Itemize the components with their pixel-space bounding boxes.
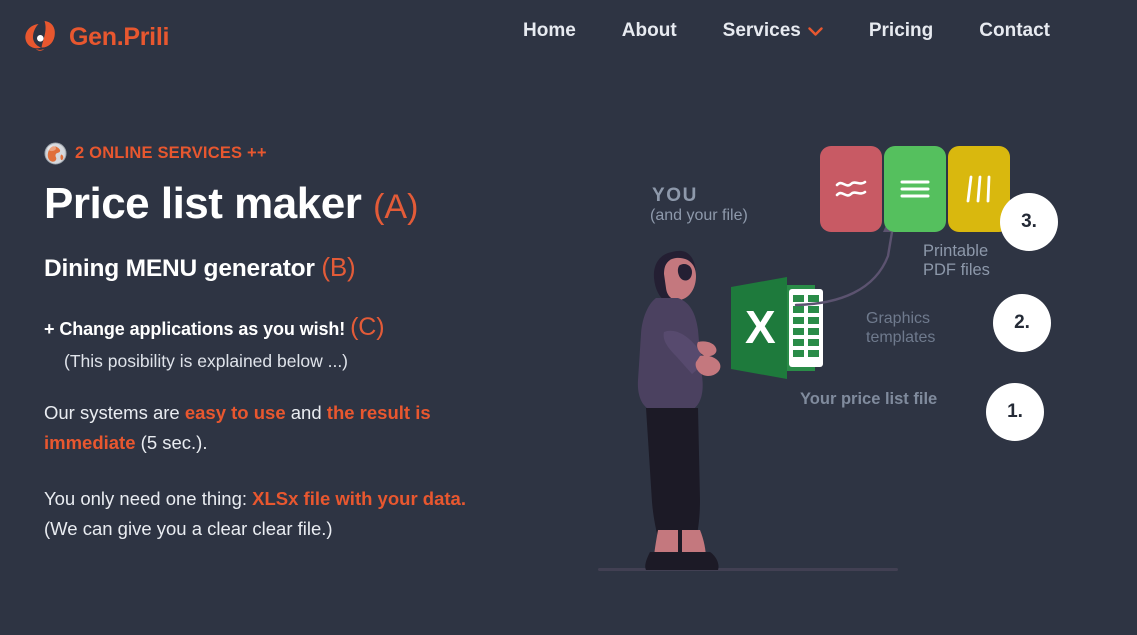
wave-equals-icon bbox=[834, 176, 868, 202]
page-subtitle-main: Dining MENU generator bbox=[44, 254, 315, 282]
para2-seg1: You only need one thing: bbox=[44, 487, 253, 509]
nav-item-contact[interactable]: Contact bbox=[956, 20, 1073, 42]
nav-item-services[interactable]: Services bbox=[700, 20, 846, 42]
label-you-sublabel: (and your file) bbox=[650, 207, 748, 224]
para1-seg3: (5 sec.). bbox=[135, 431, 208, 453]
main-navigation: Home About Services Pricing Contact bbox=[500, 20, 1073, 42]
step-circle-3[interactable]: 3. bbox=[1000, 193, 1058, 251]
vertical-bars-icon bbox=[964, 174, 994, 204]
page-root: Gen.Prili Home About Services Pricing Co… bbox=[0, 0, 1137, 635]
nav-label: Pricing bbox=[868, 20, 934, 41]
step-number: 3. bbox=[1021, 211, 1037, 232]
globe-icon bbox=[44, 141, 67, 165]
page-title-tag: (A) bbox=[373, 188, 419, 226]
label-graphics-templates: Graphics templates bbox=[866, 310, 936, 346]
page-title-main: Price list maker bbox=[44, 179, 362, 228]
genprili-leaf-logo-icon bbox=[22, 18, 62, 56]
para2-seg2: (We can give you a clear clear file.) bbox=[44, 517, 333, 539]
online-services-badge: 2 ONLINE SERVICES ++ bbox=[44, 140, 544, 166]
nav-item-home[interactable]: Home bbox=[500, 20, 599, 42]
feature-line-tag: (C) bbox=[350, 312, 385, 341]
feature-line: + Change applications as you wish! (C) bbox=[44, 313, 544, 342]
site-header: Gen.Prili Home About Services Pricing Co… bbox=[0, 0, 1137, 73]
badge-label: 2 ONLINE SERVICES ++ bbox=[75, 143, 267, 162]
card-graphics-lines[interactable] bbox=[884, 146, 946, 232]
para2-highlight1: XLSx file with your data. bbox=[252, 487, 466, 509]
step-number: 2. bbox=[1014, 312, 1030, 333]
nav-item-pricing[interactable]: Pricing bbox=[846, 20, 956, 42]
step-circle-2[interactable]: 2. bbox=[993, 294, 1051, 352]
para1-highlight1: easy to use bbox=[184, 401, 286, 423]
label-printable-pdf: Printable PDF files bbox=[923, 242, 990, 280]
hero-illustration: X 3. 2. 1. YOU (and your file) Printable… bbox=[590, 120, 1137, 590]
feature-line-main: + Change applications as you wish! bbox=[44, 318, 346, 339]
label-your-price-list-file: Your price list file bbox=[800, 390, 938, 408]
page-subtitle: Dining MENU generator (B) bbox=[44, 252, 544, 283]
svg-text:X: X bbox=[745, 301, 776, 353]
nav-item-about[interactable]: About bbox=[599, 20, 700, 42]
label-you: YOU bbox=[652, 185, 698, 206]
page-title: Price list maker (A) bbox=[44, 180, 544, 228]
page-subtitle-tag: (B) bbox=[321, 251, 356, 282]
horizontal-lines-icon bbox=[898, 176, 932, 202]
nav-label: Contact bbox=[979, 20, 1050, 41]
paragraph-systems: Our systems are easy to use and the resu… bbox=[44, 398, 504, 458]
nav-label: About bbox=[621, 20, 677, 41]
paragraph-requirement: You only need one thing: XLSx file with … bbox=[44, 484, 504, 544]
para1-seg2: and bbox=[285, 401, 327, 423]
chevron-down-icon bbox=[808, 26, 823, 36]
step-circle-1[interactable]: 1. bbox=[986, 383, 1044, 441]
para1-seg1: Our systems are bbox=[44, 401, 185, 423]
brand-name: Gen.Prili bbox=[69, 22, 170, 51]
feature-note: (This posibility is explained below ...) bbox=[64, 350, 349, 371]
nav-label: Home bbox=[523, 20, 576, 41]
nav-label: Services bbox=[722, 20, 801, 41]
brand-logo[interactable]: Gen.Prili bbox=[22, 18, 169, 56]
step-number: 1. bbox=[1007, 401, 1023, 422]
hero-content: 2 ONLINE SERVICES ++ Price list maker (A… bbox=[44, 140, 544, 544]
card-graphics-wave[interactable] bbox=[820, 146, 882, 232]
